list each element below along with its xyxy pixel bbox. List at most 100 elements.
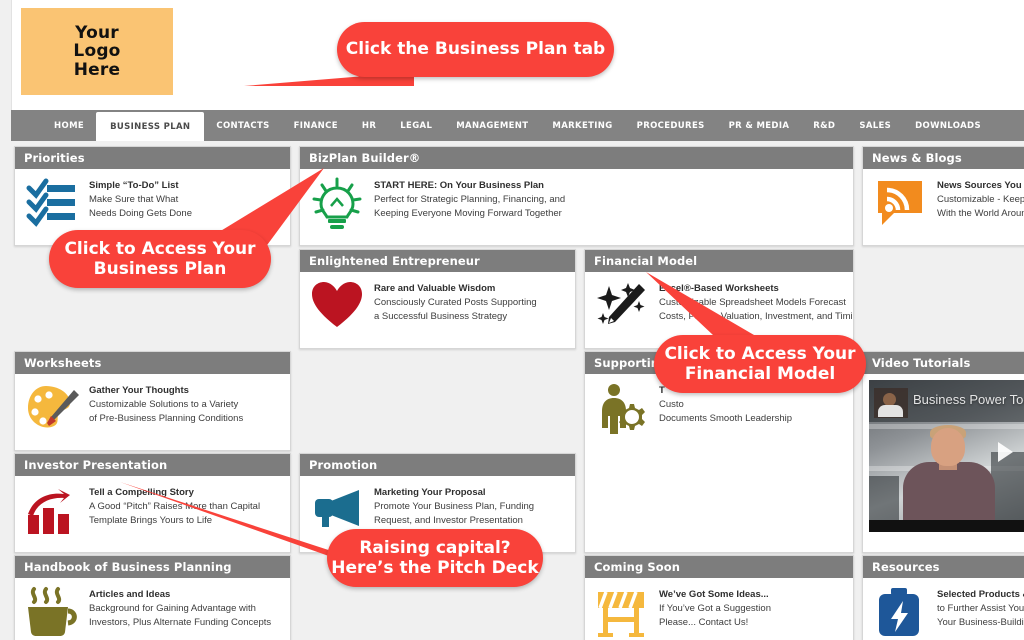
panel-resources-body: Selected Products & Services to Further …	[863, 578, 1024, 640]
panel-coming-soon-line3: Please... Contact Us!	[659, 616, 749, 628]
panel-resources-line1: Selected Products & Services	[937, 589, 1024, 600]
panel-video-tutorials[interactable]: Video Tutorials Business Power Tools	[862, 351, 1024, 553]
battery-bolt-icon	[871, 586, 929, 640]
panel-news-text: News Sources You Trust Customizable - Ke…	[937, 177, 1024, 220]
play-icon[interactable]	[998, 442, 1013, 462]
panel-investor-title: Investor Presentation	[15, 454, 290, 476]
panel-coming-soon-line2: If You’ve Got a Suggestion	[659, 602, 771, 614]
nav-item-home[interactable]: HOME	[42, 110, 96, 141]
panel-financial-line3: Costs, Profits, Valuation, Investment, a…	[659, 310, 854, 322]
panel-worksheets-line1: Gather Your Thoughts	[89, 385, 189, 396]
panel-coming-soon-body: We’ve Got Some Ideas... If You’ve Got a …	[585, 578, 853, 640]
panel-worksheets-line3: of Pre-Business Planning Conditions	[89, 412, 244, 424]
callout-business-plan[interactable]: Click to Access Your Business Plan	[49, 230, 271, 288]
panel-entrepreneur-line2: Consciously Curated Posts Supporting	[374, 296, 537, 308]
panel-supporting-line3: Documents Smooth Leadership	[659, 412, 793, 424]
callout-pitch-deck[interactable]: Raising capital? Here’s the Pitch Deck	[327, 529, 543, 587]
nav-item-contacts[interactable]: CONTACTS	[204, 110, 281, 141]
panel-resources-line3: Your Business-Building Projects	[937, 616, 1024, 628]
panel-handbook-body: Articles and Ideas Background for Gainin…	[15, 578, 290, 640]
nav-item-finance[interactable]: FINANCE	[282, 110, 350, 141]
logo-line-2: Logo	[73, 41, 121, 62]
panel-worksheets-line2: Customizable Solutions to a Variety	[89, 398, 239, 410]
panel-supporting-line2: Custo	[659, 398, 684, 410]
panel-priorities-line1: Simple “To-Do” List	[89, 180, 179, 191]
callout-pitch-deck-line1: Raising capital?	[359, 537, 511, 558]
callout-pitch-deck-line2: Here’s the Pitch Deck	[331, 558, 539, 578]
nav-item-pr-media[interactable]: PR & MEDIA	[717, 110, 802, 141]
panel-handbook-line3: Investors, Plus Alternate Funding Concep…	[89, 616, 272, 628]
nav-item-management[interactable]: MANAGEMENT	[444, 110, 540, 141]
panel-coming-soon-text: We’ve Got Some Ideas... If You’ve Got a …	[659, 586, 847, 629]
panel-promotion-title: Promotion	[300, 454, 575, 476]
callout-business-plan-line1: Click to Access Your	[64, 238, 256, 259]
nav-item-hr[interactable]: HR	[350, 110, 388, 141]
panel-news-title: News & Blogs	[863, 147, 1024, 169]
panel-promotion-line2: Promote Your Business Plan, Funding	[374, 500, 535, 512]
panel-handbook-line2: Background for Gaining Advantage with	[89, 602, 256, 614]
video-thumbnail: Business Power Tools	[869, 380, 1024, 532]
panel-coming-soon-line1: We’ve Got Some Ideas...	[659, 589, 769, 600]
panel-investor-line3: Template Brings Yours to Life	[89, 514, 213, 526]
panel-bizplan-builder[interactable]: BizPlan Builder® START HERE: On Your Bus…	[299, 146, 854, 246]
callout-financial-model-line2: Financial Model	[684, 364, 836, 384]
panel-handbook[interactable]: Handbook of Business Planning Articles a…	[14, 555, 291, 640]
panel-financial-title: Financial Model	[585, 250, 853, 272]
panel-entrepreneur-line1: Rare and Valuable Wisdom	[374, 283, 496, 294]
panel-investor-presentation[interactable]: Investor Presentation Tell a Compelling …	[14, 453, 291, 553]
nav-item-legal[interactable]: LEGAL	[388, 110, 444, 141]
palette-icon	[23, 382, 81, 438]
panel-resources-title: Resources	[863, 556, 1024, 578]
video-inset-thumbnail	[874, 388, 908, 418]
logo-line-1: Your	[75, 22, 119, 43]
panel-entrepreneur-line3: a Successful Business Strategy	[374, 310, 508, 322]
video-control-bar[interactable]	[869, 520, 1024, 532]
app-page: Your Logo Here ct for My Business HOME B…	[0, 0, 1024, 640]
panel-worksheets[interactable]: Worksheets Gather Your Thoughts Customiz…	[14, 351, 291, 451]
panel-handbook-text: Articles and Ideas Background for Gainin…	[89, 586, 284, 629]
panel-worksheets-title: Worksheets	[15, 352, 290, 374]
coffee-cup-icon	[23, 586, 81, 640]
panel-enlightened-entrepreneur[interactable]: Enlightened Entrepreneur Rare and Valuab…	[299, 249, 576, 349]
panel-bizplan-line1: START HERE: On Your Business Plan	[374, 180, 544, 191]
callout-nav-tab[interactable]: Click the Business Plan tab	[337, 22, 614, 77]
panel-coming-soon[interactable]: Coming Soon We’ve Got Some Ideas... If Y…	[584, 555, 854, 640]
nav-item-sales[interactable]: SALES	[847, 110, 903, 141]
callout-financial-model-line1: Click to Access Your	[664, 343, 856, 364]
video-player[interactable]: Business Power Tools	[869, 380, 1024, 532]
panel-financial-line1: Excel®-Based Worksheets	[659, 283, 779, 294]
panel-resources-line2: to Further Assist You Develop	[937, 602, 1024, 614]
panel-coming-soon-title: Coming Soon	[585, 556, 853, 578]
panel-worksheets-text: Gather Your Thoughts Customizable Soluti…	[89, 382, 284, 425]
panel-investor-line2: A Good “Pitch” Raises More than Capital	[89, 500, 261, 512]
panel-handbook-line1: Articles and Ideas	[89, 589, 171, 600]
nav-item-marketing[interactable]: MARKETING	[540, 110, 624, 141]
panel-resources-text: Selected Products & Services to Further …	[937, 586, 1024, 629]
main-navigation: HOME BUSINESS PLAN CONTACTS FINANCE HR L…	[11, 110, 1024, 141]
panel-bizplan-text: START HERE: On Your Business Plan Perfec…	[374, 177, 847, 220]
nav-item-business-plan[interactable]: BUSINESS PLAN	[96, 112, 205, 141]
rss-icon	[871, 177, 929, 233]
logo-placeholder[interactable]: Your Logo Here	[21, 8, 173, 95]
panel-investor-body: Tell a Compelling Story A Good “Pitch” R…	[15, 476, 290, 546]
panel-resources[interactable]: Resources Selected Products & Services t…	[862, 555, 1024, 640]
person-gear-icon	[593, 382, 651, 438]
nav-item-procedures[interactable]: PROCEDURES	[625, 110, 717, 141]
callout-business-plan-line2: Business Plan	[93, 259, 227, 279]
panel-bizplan-body: START HERE: On Your Business Plan Perfec…	[300, 169, 853, 239]
callout-financial-model[interactable]: Click to Access Your Financial Model	[654, 335, 866, 393]
nav-item-rd[interactable]: R&D	[801, 110, 847, 141]
logo-line-3: Here	[73, 59, 121, 80]
panel-entrepreneur-body: Rare and Valuable Wisdom Consciously Cur…	[300, 272, 575, 342]
panel-news-blogs[interactable]: News & Blogs News Sources You Trust Cust…	[862, 146, 1024, 246]
magic-wand-icon	[593, 280, 651, 336]
panel-promotion-text: Marketing Your Proposal Promote Your Bus…	[374, 484, 569, 527]
barricade-icon	[593, 586, 651, 640]
callout-nav-tab-text: Click the Business Plan tab	[345, 39, 606, 60]
panel-news-line1: News Sources You Trust	[937, 180, 1024, 191]
panel-promotion-line1: Marketing Your Proposal	[374, 487, 486, 498]
panel-bizplan-title: BizPlan Builder®	[300, 147, 853, 169]
panel-news-line3: With the World Around You	[937, 207, 1024, 219]
video-overlay-title: Business Power Tools	[913, 392, 1024, 407]
nav-item-downloads[interactable]: DOWNLOADS	[903, 110, 993, 141]
